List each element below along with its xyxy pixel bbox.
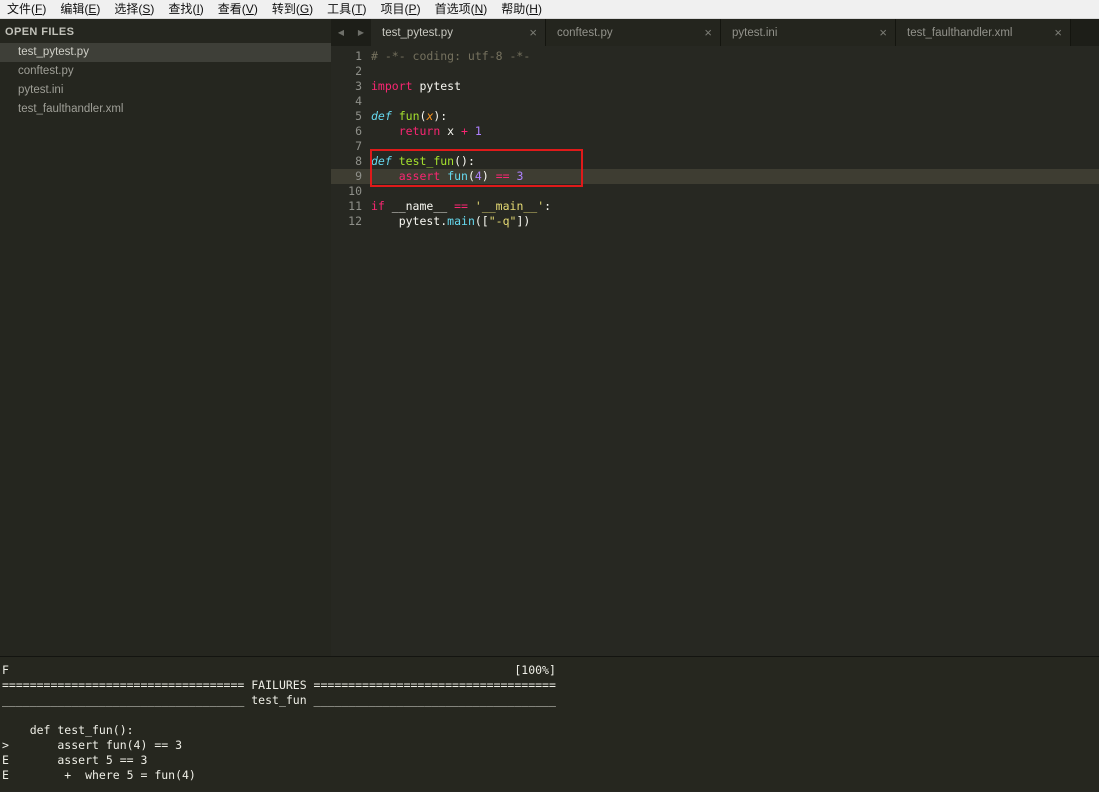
menu-accel: G [299,2,310,16]
sidebar-item-test-pytest-py[interactable]: test_pytest.py [0,43,331,62]
menu-label: 转到 [271,2,296,16]
menu-item-file[interactable]: 文件(F) [0,0,53,18]
tab-title: test_faulthandler.xml [907,26,1013,39]
menu-accel: V [245,2,254,16]
code-text: # -*- coding: utf-8 -*- [371,49,531,63]
code-line-2[interactable]: 2 [331,64,1099,79]
sidebar: OPEN FILES test_pytest.py conftest.py py… [0,19,331,656]
menu-item-view[interactable]: 查看(V) [211,0,265,18]
tab-title: test_pytest.py [382,26,453,39]
output-text: F [100%] ===============================… [2,663,556,782]
open-files-header: OPEN FILES [5,26,75,38]
menu-label: 查找 [168,2,193,16]
tab-pytest-ini[interactable]: pytest.ini × [721,19,896,46]
menu-label: 选择 [114,2,139,16]
menu-item-project[interactable]: 项目(P) [374,0,428,18]
tab-close-icon[interactable]: × [1054,26,1062,39]
line-number: 10 [348,184,362,198]
menu-label: 首选项 [434,2,471,16]
line-number: 5 [355,109,362,123]
tab-test-faulthandler-xml[interactable]: test_faulthandler.xml × [896,19,1071,46]
menu-label: 编辑 [60,2,85,16]
menu-item-selection[interactable]: 选择(S) [107,0,161,18]
line-number: 9 [355,169,362,183]
build-output-panel[interactable]: F [100%] ===============================… [0,656,1099,791]
menu-label: 工具 [327,2,352,16]
menu-accel: F [35,2,43,16]
menu-accel: H [529,2,538,16]
tab-test-pytest-py[interactable]: test_pytest.py × [371,19,546,46]
code-line-9[interactable]: 9 assert fun(4) == 3 [331,169,1099,184]
tab-scroll-left-icon[interactable]: ◀ [331,19,351,46]
line-number: 8 [355,154,362,168]
tab-title: pytest.ini [732,26,778,39]
editor-column: ◀ ▶ test_pytest.py × conftest.py × pytes… [331,19,1099,656]
code-line-6[interactable]: 6 return x + 1 [331,124,1099,139]
menu-item-find[interactable]: 查找(I) [161,0,210,18]
code-line-5[interactable]: 5 def fun(x): [331,109,1099,124]
line-number: 1 [355,49,362,63]
tab-scroll-right-icon[interactable]: ▶ [351,19,371,46]
code-line-11[interactable]: 11 if __name__ == '__main__': [331,199,1099,214]
menu-item-goto[interactable]: 转到(G) [265,0,320,18]
code-text: def test_fun(): [371,154,475,168]
code-line-10[interactable]: 10 [331,184,1099,199]
tab-close-icon[interactable]: × [529,26,537,39]
code-line-7[interactable]: 7 [331,139,1099,154]
line-number: 11 [348,199,362,213]
menu-item-help[interactable]: 帮助(H) [494,0,549,18]
menu-item-edit[interactable]: 编辑(E) [53,0,107,18]
code-line-4[interactable]: 4 [331,94,1099,109]
tab-bar: ◀ ▶ test_pytest.py × conftest.py × pytes… [331,19,1099,46]
code-text: return x + 1 [398,124,482,138]
code-text: pytest.main(["-q"]) [371,214,531,228]
menu-label: 帮助 [501,2,526,16]
code-text: assert fun(4) == 3 [398,169,524,183]
menu-item-preferences[interactable]: 首选项(N) [428,0,495,18]
code-text: if __name__ == '__main__': [371,199,552,213]
menu-label: 查看 [217,2,242,16]
line-number: 12 [348,214,362,228]
code-line-1[interactable]: 1 # -*- coding: utf-8 -*- [331,49,1099,64]
menu-accel: T [355,2,363,16]
code-line-3[interactable]: 3 import pytest [331,79,1099,94]
code-line-12[interactable]: 12 pytest.main(["-q"]) [331,214,1099,229]
menu-accel: I [196,2,200,16]
menu-accel: S [142,2,151,16]
code-text: def fun(x): [371,109,448,123]
tab-title: conftest.py [557,26,613,39]
line-number: 7 [355,139,362,153]
line-number: 2 [355,64,362,78]
main-area: OPEN FILES test_pytest.py conftest.py py… [0,19,1099,656]
menu-accel: P [408,2,417,16]
menu-label: 项目 [380,2,405,16]
sidebar-item-pytest-ini[interactable]: pytest.ini [0,81,331,100]
code-editor[interactable]: 1 # -*- coding: utf-8 -*- 2 3 import pytest 4… [331,46,1099,656]
menu-accel: E [88,2,97,16]
menu-label: 文件 [7,2,32,16]
menu-accel: N [474,2,484,16]
menu-bar: 文件(F) 编辑(E) 选择(S) 查找(I) 查看(V) 转到(G) 工具(T… [0,0,1099,19]
code-line-8[interactable]: 8 def test_fun(): [331,154,1099,169]
line-number: 3 [355,79,362,93]
tab-conftest-py[interactable]: conftest.py × [546,19,721,46]
sidebar-item-test-faulthandler-xml[interactable]: test_faulthandler.xml [0,100,331,119]
line-number: 4 [355,94,362,108]
code-lines: 1 # -*- coding: utf-8 -*- 2 3 import pytest 4… [331,49,1099,229]
menu-item-tools[interactable]: 工具(T) [320,0,373,18]
tab-close-icon[interactable]: × [879,26,887,39]
line-number: 6 [355,124,362,138]
code-text: import pytest [371,79,462,93]
sidebar-item-conftest-py[interactable]: conftest.py [0,62,331,81]
tab-close-icon[interactable]: × [704,26,712,39]
